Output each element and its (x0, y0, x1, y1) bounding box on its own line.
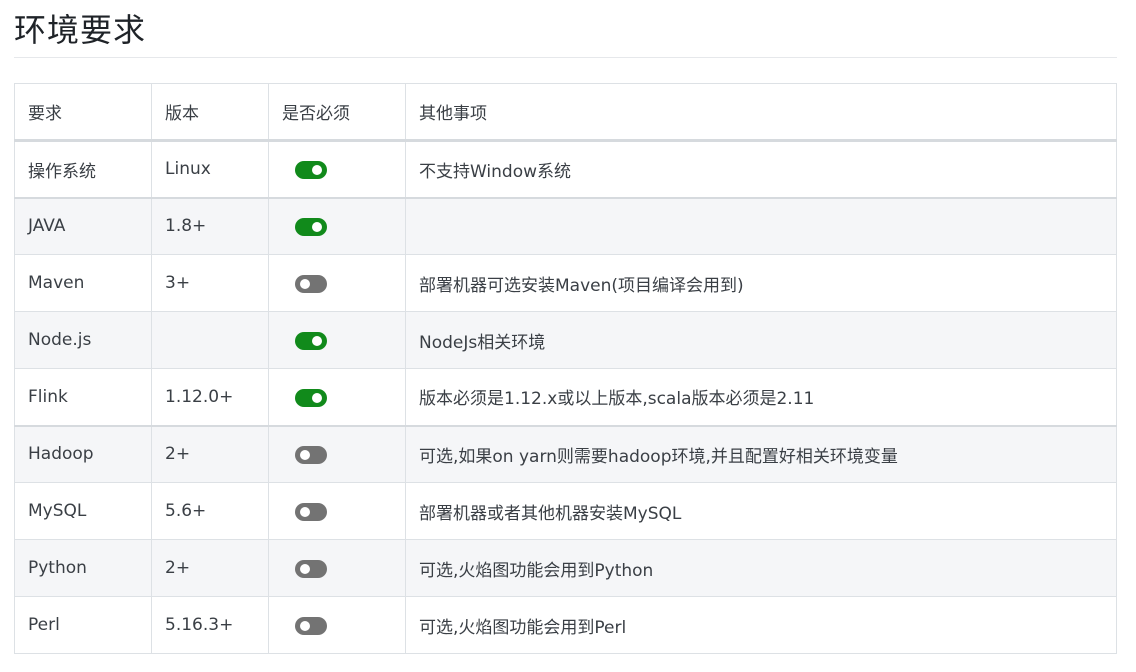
version-cell: 2+ (151, 424, 269, 483)
requirement-cell: Node.js (14, 311, 152, 369)
table-row: Hadoop 2+ 可选,如果on yarn则需要hadoop环境,并且配置好相… (14, 424, 1117, 483)
requirement-cell: Python (14, 539, 152, 597)
version-cell: Linux (151, 140, 269, 198)
version-cell (151, 311, 269, 369)
notes-cell: 可选,火焰图功能会用到Python (405, 539, 1117, 597)
notes-cell: 可选,如果on yarn则需要hadoop环境,并且配置好相关环境变量 (405, 424, 1117, 483)
required-toggle[interactable] (295, 617, 327, 635)
notes-cell: 不支持Window系统 (405, 140, 1117, 198)
notes-cell: 部署机器或者其他机器安装MySQL (405, 482, 1117, 540)
required-cell (268, 424, 406, 483)
required-toggle[interactable] (295, 560, 327, 578)
required-toggle[interactable] (295, 446, 327, 465)
required-cell (268, 196, 406, 255)
header-notes: 其他事项 (405, 83, 1117, 142)
requirement-cell: Hadoop (14, 424, 152, 483)
version-cell: 1.8+ (151, 196, 269, 255)
table-row: 操作系统 Linux 不支持Window系统 (14, 140, 1117, 198)
required-cell (268, 539, 406, 597)
required-toggle[interactable] (295, 161, 327, 180)
requirement-cell: Perl (14, 596, 152, 654)
table-header-row: 要求 版本 是否必须 其他事项 (14, 83, 1117, 142)
table-row: Maven 3+ 部署机器可选安装Maven(项目编译会用到) (14, 254, 1117, 312)
notes-cell: NodeJs相关环境 (405, 311, 1117, 369)
required-cell (268, 368, 406, 426)
version-cell: 2+ (151, 539, 269, 597)
table-row: Node.js NodeJs相关环境 (14, 311, 1117, 369)
requirement-cell: Maven (14, 254, 152, 312)
title-divider (14, 57, 1117, 58)
header-version: 版本 (151, 83, 269, 142)
table-row: Flink 1.12.0+ 版本必须是1.12.x或以上版本,scala版本必须… (14, 368, 1117, 426)
notes-cell: 版本必须是1.12.x或以上版本,scala版本必须是2.11 (405, 368, 1117, 426)
version-cell: 5.6+ (151, 482, 269, 540)
required-toggle[interactable] (295, 218, 327, 237)
toggle-knob (312, 392, 322, 403)
notes-cell: 可选,火焰图功能会用到Perl (405, 596, 1117, 654)
table-row: Python 2+ 可选,火焰图功能会用到Python (14, 539, 1117, 597)
version-cell: 1.12.0+ (151, 368, 269, 426)
requirement-cell: JAVA (14, 196, 152, 255)
required-cell (268, 140, 406, 198)
toggle-knob (312, 165, 322, 176)
header-required: 是否必须 (268, 83, 406, 142)
required-toggle[interactable] (295, 332, 327, 350)
requirement-cell: 操作系统 (14, 140, 152, 198)
requirement-cell: MySQL (14, 482, 152, 540)
toggle-knob (300, 564, 310, 574)
page-title: 环境要求 (14, 11, 147, 49)
required-cell (268, 596, 406, 654)
toggle-knob (300, 621, 310, 631)
toggle-knob (312, 222, 322, 233)
table-row: JAVA 1.8+ (14, 196, 1117, 255)
table-row: Perl 5.16.3+ 可选,火焰图功能会用到Perl (14, 596, 1117, 654)
required-toggle[interactable] (295, 503, 327, 521)
toggle-knob (300, 279, 310, 289)
version-cell: 3+ (151, 254, 269, 312)
version-cell: 5.16.3+ (151, 596, 269, 654)
requirements-table: 要求 版本 是否必须 其他事项 操作系统 Linux 不支持Window系统 J… (14, 83, 1117, 654)
notes-cell (405, 196, 1117, 255)
required-cell (268, 482, 406, 540)
requirement-cell: Flink (14, 368, 152, 426)
notes-cell: 部署机器可选安装Maven(项目编译会用到) (405, 254, 1117, 312)
toggle-knob (300, 450, 310, 461)
header-requirement: 要求 (14, 83, 152, 142)
toggle-knob (300, 507, 310, 517)
toggle-knob (312, 336, 322, 346)
required-cell (268, 311, 406, 369)
required-toggle[interactable] (295, 275, 327, 293)
required-cell (268, 254, 406, 312)
required-toggle[interactable] (295, 388, 327, 407)
table-row: MySQL 5.6+ 部署机器或者其他机器安装MySQL (14, 482, 1117, 540)
